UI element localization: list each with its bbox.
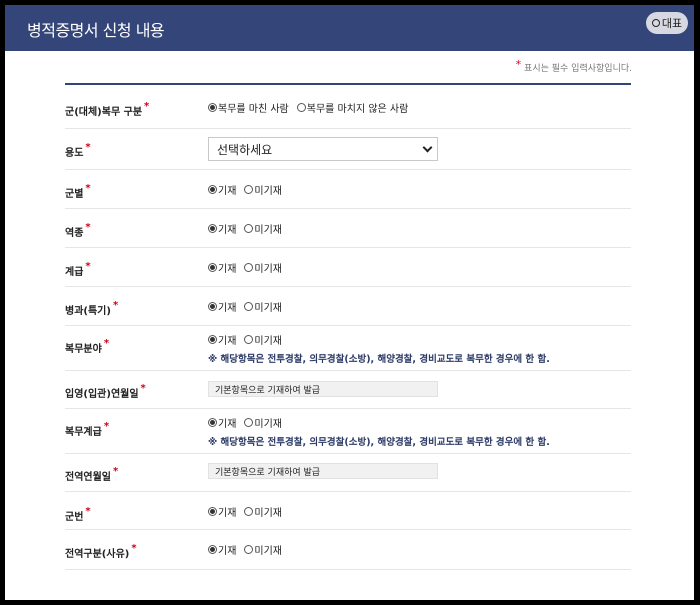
field-note: ※ 해당항목은 전투경찰, 의무경찰(소방), 해양경찰, 경비교도로 복무한 … [208, 354, 550, 365]
radio-checked-icon [208, 545, 217, 554]
form-row-service-field: 복무분야* 기재 미기재 ※ 해당항목은 전투경찰, 의무경찰(소방), 해양경… [65, 326, 631, 371]
radio-checked-icon [208, 103, 217, 112]
discharge-date-input[interactable]: 기본항목으로 기재하여 발급 [208, 463, 438, 479]
enlistment-date-input[interactable]: 기본항목으로 기재하여 발급 [208, 381, 438, 397]
row-label: 군별* [65, 183, 91, 200]
radio-checked-icon [208, 335, 217, 344]
radio-checked-icon [208, 418, 217, 427]
radio-checked-icon [208, 302, 217, 311]
form-row-service-number: 군번* 기재 미기재 [65, 492, 631, 530]
radio-include[interactable]: 기재 [208, 182, 236, 197]
radio-include[interactable]: 기재 [208, 415, 236, 430]
form-row-specialty: 병과(특기)* 기재 미기재 [65, 287, 631, 326]
row-label: 군(대체)복무 구분* [65, 101, 150, 118]
row-label: 전역연월일* [65, 466, 119, 483]
dialog-header: 병적증명서 신청 내용 대표 [5, 5, 694, 51]
chevron-down-icon [422, 142, 433, 152]
form-table: 군(대체)복무 구분* 복무를 마친 사람 복무를 마치지 않은 사람 용도* … [65, 83, 631, 570]
discharge-date-wrap: 기본항목으로 기재하여 발급 [208, 463, 438, 479]
radio-not-completed[interactable]: 복무를 마치지 않은 사람 [296, 100, 408, 115]
service-rank-wrap: 기재 미기재 ※ 해당항목은 전투경찰, 의무경찰(소방), 해양경찰, 경비교… [208, 415, 550, 448]
radio-include[interactable]: 기재 [208, 260, 236, 275]
radio-checked-icon [208, 263, 217, 272]
radio-unchecked-icon [244, 185, 254, 194]
rank-radio-group: 기재 미기재 [208, 260, 282, 275]
row-label: 전역구분(사유)* [65, 543, 137, 560]
row-label: 용도* [65, 142, 91, 159]
required-note: * 표시는 필수 입력사항입니다. [515, 58, 632, 74]
purpose-select-wrap: 선택하세요 [208, 137, 438, 161]
service-number-radio-group: 기재 미기재 [208, 504, 282, 519]
form-row-branch: 군별* 기재 미기재 [65, 170, 631, 209]
row-label: 군번* [65, 506, 91, 523]
radio-checked-icon [208, 185, 217, 194]
page-title: 병적증명서 신청 내용 [27, 21, 165, 40]
form-row-discharge-reason: 전역구분(사유)* 기재 미기재 [65, 530, 631, 570]
radio-unchecked-icon [244, 507, 254, 516]
circle-icon [651, 19, 660, 27]
radio-unchecked-icon [244, 302, 254, 311]
service-type-radio-group: 복무를 마친 사람 복무를 마치지 않은 사람 [208, 100, 408, 115]
row-label: 복무분야* [65, 338, 110, 355]
specialty-radio-group: 기재 미기재 [208, 299, 282, 314]
radio-unchecked-icon [244, 335, 254, 344]
radio-exclude[interactable]: 미기재 [244, 260, 282, 275]
radio-include[interactable]: 기재 [208, 332, 236, 347]
service-field-wrap: 기재 미기재 ※ 해당항목은 전투경찰, 의무경찰(소방), 해양경찰, 경비교… [208, 332, 550, 365]
form-row-service-rank: 복무계급* 기재 미기재 ※ 해당항목은 전투경찰, 의무경찰(소방), 해양경… [65, 409, 631, 454]
radio-exclude[interactable]: 미기재 [244, 542, 282, 557]
radio-exclude[interactable]: 미기재 [244, 504, 282, 519]
row-label: 역종* [65, 222, 91, 239]
representative-toggle-button[interactable]: 대표 [646, 12, 688, 34]
radio-exclude[interactable]: 미기재 [244, 332, 282, 347]
category-radio-group: 기재 미기재 [208, 221, 282, 236]
radio-exclude[interactable]: 미기재 [244, 221, 282, 236]
service-field-radio-group: 기재 미기재 [208, 332, 550, 347]
radio-include[interactable]: 기재 [208, 504, 236, 519]
radio-exclude[interactable]: 미기재 [244, 182, 282, 197]
form-row-enlistment-date: 입영(입관)연월일* 기본항목으로 기재하여 발급 [65, 371, 631, 409]
row-label: 병과(특기)* [65, 300, 119, 317]
radio-unchecked-icon [244, 263, 254, 272]
radio-checked-icon [208, 224, 217, 233]
radio-include[interactable]: 기재 [208, 542, 236, 557]
branch-radio-group: 기재 미기재 [208, 182, 282, 197]
radio-unchecked-icon [244, 418, 254, 427]
toggle-label: 대표 [661, 17, 683, 30]
required-star-icon: * [515, 58, 522, 71]
form-row-rank: 계급* 기재 미기재 [65, 248, 631, 287]
radio-completed[interactable]: 복무를 마친 사람 [208, 100, 289, 115]
service-rank-radio-group: 기재 미기재 [208, 415, 550, 430]
radio-exclude[interactable]: 미기재 [244, 415, 282, 430]
radio-unchecked-icon [244, 545, 254, 554]
form-row-service-type: 군(대체)복무 구분* 복무를 마친 사람 복무를 마치지 않은 사람 [65, 85, 631, 129]
radio-unchecked-icon [296, 103, 306, 112]
form-row-discharge-date: 전역연월일* 기본항목으로 기재하여 발급 [65, 454, 631, 492]
radio-exclude[interactable]: 미기재 [244, 299, 282, 314]
row-label: 계급* [65, 261, 91, 278]
form-row-service-category: 역종* 기재 미기재 [65, 209, 631, 248]
radio-checked-icon [208, 507, 217, 516]
discharge-reason-radio-group: 기재 미기재 [208, 542, 282, 557]
row-label: 복무계급* [65, 421, 110, 438]
dialog: 병적증명서 신청 내용 대표 * 표시는 필수 입력사항입니다. 군(대체)복무… [5, 5, 694, 600]
radio-unchecked-icon [244, 224, 254, 233]
required-note-text: 표시는 필수 입력사항입니다. [524, 64, 632, 74]
field-note: ※ 해당항목은 전투경찰, 의무경찰(소방), 해양경찰, 경비교도로 복무한 … [208, 437, 550, 448]
form-row-purpose: 용도* 선택하세요 [65, 129, 631, 170]
row-label: 입영(입관)연월일* [65, 383, 146, 400]
radio-include[interactable]: 기재 [208, 299, 236, 314]
radio-include[interactable]: 기재 [208, 221, 236, 236]
enlistment-date-wrap: 기본항목으로 기재하여 발급 [208, 381, 438, 397]
purpose-select[interactable]: 선택하세요 [208, 137, 438, 161]
